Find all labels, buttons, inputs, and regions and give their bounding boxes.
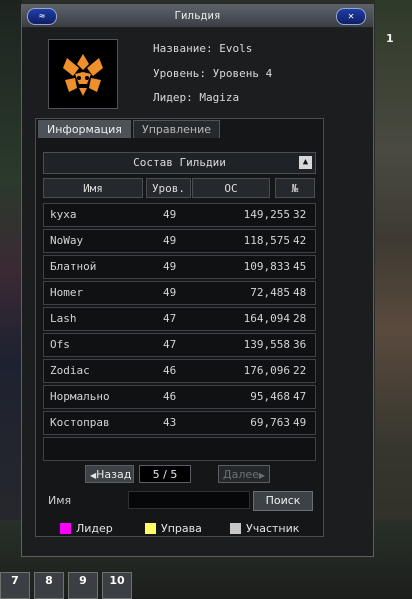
game-background-right: [375, 0, 412, 599]
member-row[interactable]: Ofs 47 139,558 36: [43, 333, 316, 357]
hotbar-slot-7[interactable]: 7: [0, 572, 30, 599]
member-number: 42: [293, 234, 307, 247]
column-number-label: №: [291, 182, 299, 195]
member-level: 46: [163, 390, 177, 403]
member-row[interactable]: Нормально 46 95,468 47: [43, 385, 316, 409]
member-name: NoWay: [50, 234, 84, 247]
guild-window: Гильдия ≈ ✕ Название: Evols Уровень: Уро…: [21, 4, 374, 557]
member-os: 176,096: [243, 364, 290, 377]
hotbar-slot-8[interactable]: 8: [34, 572, 64, 599]
member-name: Zodiac: [50, 364, 90, 377]
window-title: Гильдия: [174, 9, 221, 22]
member-os: 109,833: [243, 260, 290, 273]
search-label: Имя: [48, 494, 72, 507]
member-name: Homer: [50, 286, 84, 299]
member-name: Lash: [50, 312, 77, 325]
member-row[interactable]: Блатной 49 109,833 45: [43, 255, 316, 279]
guild-level: Уровень: Уровень 4: [153, 67, 273, 80]
member-level: 47: [163, 312, 177, 325]
hotbar-slot-9[interactable]: 9: [68, 572, 98, 599]
game-background-left: [0, 0, 22, 599]
next-page-button: Далее▶: [218, 465, 270, 483]
legend-member-label: Участник: [246, 522, 300, 535]
tab-management[interactable]: Управление: [133, 120, 221, 138]
member-row[interactable]: Костоправ 43 69,763 49: [43, 411, 316, 435]
roster-title: Состав Гильдии: [133, 156, 226, 169]
empty-row: [43, 437, 316, 461]
roster-toggle-button[interactable]: ▲: [299, 156, 312, 169]
leader-swatch: [60, 523, 71, 534]
member-row[interactable]: Zodiac 46 176,096 22: [43, 359, 316, 383]
collapse-icon: ≈: [38, 11, 46, 22]
member-swatch: [230, 523, 241, 534]
column-level-label: Уров.: [151, 182, 186, 195]
search-input[interactable]: [128, 491, 250, 509]
hotbar-slot-10[interactable]: 10: [102, 572, 132, 599]
column-os-label: ОС: [224, 182, 238, 195]
member-level: 49: [163, 260, 177, 273]
column-header-level[interactable]: Уров. ▼: [146, 178, 191, 214]
member-os: 95,468: [250, 390, 290, 403]
member-os: 164,094: [243, 312, 290, 325]
member-row[interactable]: Lash 47 164,094 28: [43, 307, 316, 331]
window-titlebar[interactable]: Гильдия: [22, 5, 373, 28]
member-number: 28: [293, 312, 307, 325]
column-header-number[interactable]: №: [275, 178, 315, 198]
legend-officer: Управа: [145, 522, 202, 535]
member-os: 118,575: [243, 234, 290, 247]
prev-page-button[interactable]: ◀Назад: [85, 465, 134, 483]
legend-member: Участник: [230, 522, 299, 535]
member-level: 46: [163, 364, 177, 377]
guild-name: Название: Evols: [153, 42, 253, 55]
member-name: Костоправ: [50, 416, 110, 429]
search-button[interactable]: Поиск: [253, 491, 313, 511]
member-number: 32: [293, 208, 307, 221]
legend-leader: Лидер: [60, 522, 113, 535]
page-indicator: 5 / 5: [139, 465, 191, 483]
member-os: 72,485: [250, 286, 290, 299]
member-os: 149,255: [243, 208, 290, 221]
member-number: 48: [293, 286, 307, 299]
member-number: 22: [293, 364, 307, 377]
member-name: Нормально: [50, 390, 110, 403]
member-number: 47: [293, 390, 307, 403]
member-name: Ofs: [50, 338, 70, 351]
guild-emblem-icon: [63, 54, 103, 96]
column-name-label: Имя: [83, 182, 103, 195]
hud-indicator: 1: [386, 32, 394, 45]
skill-hotbar: 7 8 9 10: [0, 572, 132, 599]
member-level: 49: [163, 286, 177, 299]
member-number: 45: [293, 260, 307, 273]
minimize-button[interactable]: ≈: [27, 8, 57, 25]
member-row[interactable]: Homer 49 72,485 48: [43, 281, 316, 305]
roster-header[interactable]: Состав Гильдии ▲: [43, 152, 316, 174]
close-button[interactable]: ✕: [336, 8, 366, 25]
member-number: 36: [293, 338, 307, 351]
column-header-name[interactable]: Имя: [43, 178, 143, 198]
close-icon: ✕: [347, 11, 355, 22]
guild-leader: Лидер: Magiza: [153, 91, 240, 104]
member-name: Блатной: [50, 260, 97, 273]
officer-swatch: [145, 523, 156, 534]
guild-emblem: [48, 39, 118, 109]
column-header-os[interactable]: ОС: [192, 178, 270, 198]
roster-list: kyxa 49 149,255 32 NoWay 49 118,575 42 Б…: [43, 203, 316, 463]
legend-leader-label: Лидер: [76, 522, 113, 535]
prev-page-label: Назад: [96, 468, 132, 481]
tab-information[interactable]: Информация: [38, 120, 131, 138]
next-page-label: Далее: [223, 468, 259, 481]
member-name: kyxa: [50, 208, 77, 221]
member-level: 43: [163, 416, 177, 429]
member-level: 49: [163, 234, 177, 247]
member-level: 49: [163, 208, 177, 221]
arrow-right-icon: ▶: [258, 471, 266, 480]
member-level: 47: [163, 338, 177, 351]
legend-officer-label: Управа: [161, 522, 202, 535]
member-number: 49: [293, 416, 307, 429]
member-row[interactable]: kyxa 49 149,255 32: [43, 203, 316, 227]
arrow-up-icon: ▲: [302, 157, 309, 167]
member-row[interactable]: NoWay 49 118,575 42: [43, 229, 316, 253]
member-os: 69,763: [250, 416, 290, 429]
member-os: 139,558: [243, 338, 290, 351]
